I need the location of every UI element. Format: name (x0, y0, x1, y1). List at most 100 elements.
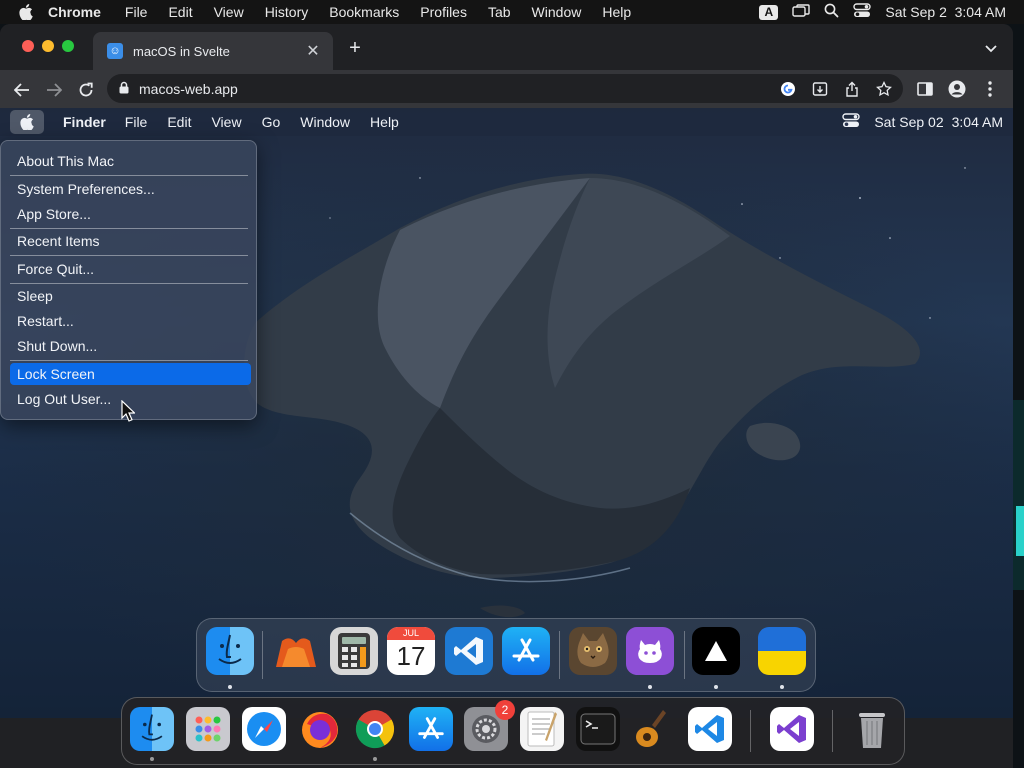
back-arrow-icon[interactable] (12, 80, 32, 100)
tab-strip: ☺ macOS in Svelte ✕ + (0, 24, 1013, 70)
input-source-indicator[interactable]: A (759, 4, 779, 20)
menu-item-sleep[interactable]: Sleep (10, 285, 251, 307)
vscode-icon[interactable] (445, 627, 493, 675)
app-store-icon[interactable] (502, 627, 550, 675)
web-apple-menu-button[interactable] (10, 110, 44, 134)
screen-mirroring-icon[interactable] (792, 3, 811, 21)
google-lens-icon[interactable] (779, 80, 797, 98)
dock-divider (559, 631, 560, 679)
finder-favicon-icon: ☺ (107, 43, 123, 59)
web-menu-bar: Finder File Edit View Go Window Help Sat… (0, 108, 1013, 136)
web-time[interactable]: 3:04 AM (952, 114, 1003, 130)
finder-icon[interactable] (206, 627, 254, 675)
address-bar[interactable]: macos-web.app (107, 74, 903, 103)
ukraine-flag-icon[interactable] (758, 627, 806, 675)
web-menu-go[interactable]: Go (262, 114, 281, 130)
host-menu-bookmarks[interactable]: Bookmarks (329, 4, 399, 20)
host-dock-divider (750, 710, 751, 752)
close-window-button[interactable] (22, 40, 34, 52)
calculator-icon[interactable] (330, 627, 378, 675)
host-menu-help[interactable]: Help (602, 4, 631, 20)
lock-icon[interactable] (119, 81, 129, 97)
menu-item-lock-screen[interactable]: Lock Screen (10, 363, 251, 385)
menu-item-restart[interactable]: Restart... (10, 310, 251, 332)
fullscreen-window-button[interactable] (62, 40, 74, 52)
chrome-icon[interactable] (353, 707, 397, 751)
reload-icon[interactable] (76, 80, 96, 100)
ukraine-running-dot (780, 685, 784, 689)
web-dock: JUL 17 (196, 618, 816, 692)
host-menu-tab[interactable]: Tab (488, 4, 511, 20)
forward-arrow-icon[interactable] (44, 80, 64, 100)
tab-search-chevron-icon[interactable] (985, 40, 997, 58)
safari-icon[interactable] (242, 707, 286, 751)
github-octocat-icon[interactable] (626, 627, 674, 675)
menu-item-recent-items[interactable]: Recent Items (10, 230, 251, 252)
menu-separator (10, 228, 248, 229)
menu-item-about-this-mac[interactable]: About This Mac (10, 150, 251, 172)
launchpad-icon[interactable] (186, 707, 230, 751)
tab-title: macOS in Svelte (133, 43, 230, 59)
terminal-icon[interactable] (576, 707, 620, 751)
host-menu-history[interactable]: History (265, 4, 309, 20)
web-menu-file[interactable]: File (125, 114, 148, 130)
menu-item-shut-down[interactable]: Shut Down... (10, 335, 251, 357)
menu-item-force-quit[interactable]: Force Quit... (10, 258, 251, 280)
menu-item-system-preferences[interactable]: System Preferences... (10, 178, 251, 200)
web-apple-logo-icon (20, 114, 34, 130)
menu-separator (10, 175, 248, 176)
visual-studio-icon[interactable] (770, 707, 814, 751)
web-menu-help[interactable]: Help (370, 114, 399, 130)
garageband-guitar-icon[interactable] (631, 707, 675, 751)
host-menu-bar: Chrome File Edit View History Bookmarks … (0, 0, 1024, 24)
tab-macos-in-svelte[interactable]: ☺ macOS in Svelte ✕ (93, 32, 333, 70)
tab-close-icon[interactable]: ✕ (303, 41, 323, 61)
side-panel-icon[interactable] (916, 80, 934, 98)
host-app-name[interactable]: Chrome (48, 4, 101, 20)
mouse-pointer-icon (121, 399, 136, 427)
web-menu-view[interactable]: View (211, 114, 241, 130)
dock-divider (684, 631, 685, 679)
host-clock[interactable]: Sat Sep 2 3:04 AM (885, 4, 1006, 20)
spotlight-search-icon[interactable] (824, 3, 839, 21)
web-menu-edit[interactable]: Edit (167, 114, 191, 130)
web-control-center-icon[interactable] (842, 113, 861, 131)
install-app-icon[interactable] (811, 80, 829, 98)
firefox-icon[interactable] (298, 707, 342, 751)
menu-separator (10, 255, 248, 256)
share-icon[interactable] (843, 80, 861, 98)
purrfect-cat-icon[interactable] (569, 627, 617, 675)
menu-separator (10, 360, 248, 361)
control-center-icon[interactable] (853, 3, 872, 21)
vercel-triangle-icon[interactable] (692, 627, 740, 675)
apple-logo-icon[interactable] (16, 4, 36, 20)
profile-avatar-icon[interactable] (948, 80, 966, 98)
wallpapers-app-icon[interactable] (272, 627, 320, 675)
host-menu-window[interactable]: Window (532, 4, 582, 20)
new-tab-icon[interactable]: + (345, 37, 365, 60)
background-window-glow (1016, 506, 1024, 556)
browser-toolbar: macos-web.app (0, 70, 1013, 108)
web-date[interactable]: Sat Sep 02 (874, 114, 943, 130)
web-app-name[interactable]: Finder (63, 114, 106, 130)
host-menu-file[interactable]: File (125, 4, 148, 20)
bookmark-star-icon[interactable] (875, 80, 893, 98)
calendar-day: 17 (396, 641, 426, 671)
host-finder-icon[interactable] (130, 707, 174, 751)
chrome-window: ☺ macOS in Svelte ✕ + macos-web.app Find… (0, 24, 1013, 768)
host-app-store-icon[interactable] (409, 707, 453, 751)
minimize-window-button[interactable] (42, 40, 54, 52)
menu-item-app-store[interactable]: App Store... (10, 203, 251, 225)
host-menu-edit[interactable]: Edit (168, 4, 192, 20)
trash-icon[interactable] (850, 707, 894, 751)
textedit-icon[interactable] (520, 707, 564, 751)
vercel-running-dot (714, 685, 718, 689)
host-vscode-icon[interactable] (688, 707, 732, 751)
chrome-menu-kebab-icon[interactable] (981, 80, 999, 98)
host-menu-view[interactable]: View (214, 4, 244, 20)
background-window-edge (1013, 400, 1024, 590)
web-menu-window[interactable]: Window (300, 114, 350, 130)
host-finder-running-dot (150, 757, 154, 761)
calendar-icon[interactable]: JUL 17 (387, 627, 435, 675)
host-menu-profiles[interactable]: Profiles (420, 4, 467, 20)
